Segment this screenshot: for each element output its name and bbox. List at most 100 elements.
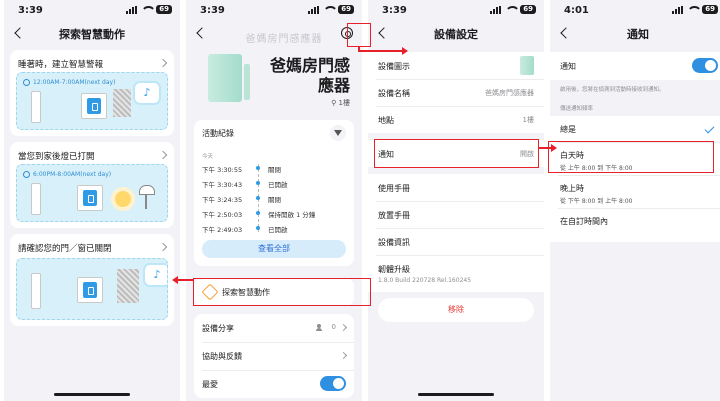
wifi-icon [323, 5, 339, 14]
door-icon [117, 269, 139, 303]
sensor-icon [31, 273, 41, 309]
option-always[interactable]: 總是 [550, 116, 720, 142]
activity-event: 關閉 [268, 196, 281, 204]
wifi-icon [141, 5, 157, 14]
device-thumbnail [520, 56, 534, 75]
option-label: 在自訂時間內 [560, 217, 608, 226]
share-count: 0 [331, 323, 336, 331]
home-indicator [54, 393, 130, 396]
signal-icon [126, 5, 138, 14]
activity-dot [256, 211, 260, 215]
share-label: 設備分享 [202, 324, 234, 333]
card-illustration: 6:00PM-8:00AM(next day) [16, 164, 168, 222]
status-bar: 3:39 69 [368, 0, 544, 22]
screen-notification-settings: 4:01 69 通知 通知 啟用後，您將在偵測到活動時接收到通知。 傳送通知頻率… [550, 0, 720, 401]
firmware-label: 韌體升級 [378, 265, 410, 274]
floor-label: 1樓 [338, 99, 350, 107]
device-floor: ⚲ 1樓 [331, 99, 350, 107]
screen-device-detail: 3:39 69 爸媽房門感應器 爸媽房門感應器 ⚲ 1樓 活動紀錄 今天 下午 … [186, 0, 362, 401]
page-title: 設備設定 [434, 28, 478, 41]
time-range: 12:00AM-7:00AM(next day) [33, 79, 116, 86]
option-custom[interactable]: 在自訂時間內 [550, 208, 720, 238]
activity-event: 保持開啟 1 分鐘 [268, 211, 316, 219]
chevron-right-icon [339, 323, 348, 332]
screen-explore-smart-actions: 3:39 69 探索智慧動作 睡著時，建立智慧警報 12:00AM-7:00AM… [4, 0, 180, 401]
status-bar: 3:39 69 [186, 0, 362, 22]
favorite-row: 最愛 [194, 370, 354, 398]
device-info-card: 使用手冊 放置手冊 設備資訊 韌體升級 1.8.0 Build 220728 R… [368, 174, 544, 292]
filter-button[interactable] [330, 125, 346, 141]
device-info-row[interactable]: 設備資訊 [368, 228, 544, 255]
bell-icon: ♪ [145, 265, 167, 285]
filter-icon [334, 130, 342, 136]
device-options-card: 設備分享 0 協助與反饋 最愛 [194, 314, 354, 398]
bell-icon: ♪ [135, 83, 159, 103]
device-name-row[interactable]: 設備名稱 爸媽房門感應器 [368, 79, 544, 106]
check-icon [704, 123, 715, 134]
device-icon-row[interactable]: 設備圖示 [368, 52, 544, 79]
device-share-row[interactable]: 設備分享 0 [194, 314, 354, 342]
name-value: 爸媽房門感應器 [485, 89, 534, 97]
activity-time: 下午 3:24:35 [202, 196, 243, 204]
card-title: 當您到家後燈已打開 [18, 152, 95, 162]
page-title: 通知 [627, 28, 649, 41]
back-icon[interactable] [194, 25, 208, 41]
activity-row: 下午 3:30:55 關閉 [202, 162, 346, 175]
favorite-label: 最愛 [202, 380, 218, 389]
signal-icon [308, 5, 320, 14]
notification-toggle[interactable] [692, 58, 718, 73]
nav-bar: 通知 [550, 22, 720, 46]
annotation-box-gear [347, 23, 371, 47]
activity-title: 活動紀錄 [202, 129, 234, 138]
activity-dot [256, 196, 260, 200]
signal-icon [672, 5, 684, 14]
sensor-icon [31, 91, 41, 123]
view-all-button[interactable]: 查看全部 [202, 240, 346, 258]
smart-action-card-sleep[interactable]: 睡著時，建立智慧警報 12:00AM-7:00AM(next day) ♪ [10, 50, 174, 136]
activity-dot [256, 181, 260, 185]
chevron-right-icon [339, 351, 348, 360]
option-nighttime[interactable]: 晚上時 從 下午 8:00 到 上午 8:00 [550, 175, 720, 208]
activity-row: 下午 3:30:43 已開啟 [202, 177, 346, 190]
chevron-right-icon [158, 58, 168, 68]
time-range: 6:00PM-8:00AM(next day) [33, 171, 112, 178]
home-indicator [418, 393, 494, 396]
clock-icon [23, 171, 30, 178]
activity-time: 下午 3:30:43 [202, 181, 243, 189]
activity-time: 下午 2:49:03 [202, 226, 243, 234]
card-illustration: 12:00AM-7:00AM(next day) ♪ [16, 72, 168, 130]
activity-row: 下午 2:49:03 已開啟 [202, 222, 346, 235]
screen-device-settings: 3:39 69 設備設定 設備圖示 設備名稱 爸媽房門感應器 地點 1樓 通知 … [368, 0, 544, 401]
placement-guide-row[interactable]: 放置手冊 [368, 201, 544, 228]
phone-icon [83, 282, 97, 298]
smart-action-card-door[interactable]: 請確認您的門／窗已關閉 ♪ [10, 234, 174, 326]
phone-icon [87, 98, 101, 114]
card-title: 請確認您的門／窗已關閉 [18, 244, 112, 254]
location-row[interactable]: 地點 1樓 [368, 106, 544, 133]
activity-card: 活動紀錄 今天 下午 3:30:55 關閉 下午 3:30:43 已開啟 下午 3:… [194, 120, 354, 266]
activity-dot [256, 226, 260, 230]
lamp-icon [139, 185, 155, 209]
firmware-row[interactable]: 韌體升級 1.8.0 Build 220728 Rel.160245 [368, 255, 544, 292]
location-value: 1樓 [522, 116, 534, 124]
status-bar: 4:01 69 [550, 0, 720, 22]
help-feedback-row[interactable]: 協助與反饋 [194, 342, 354, 370]
annotation-box-notification [374, 139, 539, 168]
card-title: 睡著時，建立智慧警報 [18, 60, 104, 70]
device-image [208, 54, 250, 102]
activity-event: 已開啟 [268, 226, 288, 234]
status-bar: 3:39 69 [4, 0, 180, 22]
annotation-box-daytime [548, 141, 714, 173]
phone-icon [83, 190, 97, 206]
user-manual-row[interactable]: 使用手冊 [368, 174, 544, 201]
name-label: 設備名稱 [378, 89, 410, 98]
bulb-icon [115, 191, 131, 207]
smart-action-card-light[interactable]: 當您到家後燈已打開 6:00PM-8:00AM(next day) [10, 142, 174, 228]
device-basic-card: 設備圖示 設備名稱 爸媽房門感應器 地點 1樓 [368, 52, 544, 133]
location-label: 地點 [378, 116, 394, 125]
remove-button[interactable]: 移除 [378, 298, 534, 322]
wifi-icon [687, 5, 703, 14]
activity-event: 已開啟 [268, 181, 288, 189]
door-icon [113, 89, 131, 117]
favorite-toggle[interactable] [320, 376, 346, 391]
